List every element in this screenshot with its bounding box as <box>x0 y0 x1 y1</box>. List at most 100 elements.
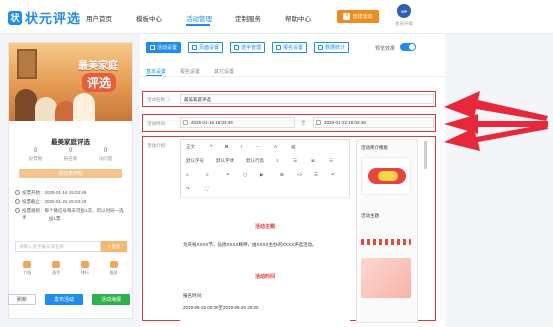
calendar-icon <box>183 120 188 125</box>
template-card[interactable] <box>361 258 411 298</box>
font-color-icon[interactable]: A <box>274 144 277 149</box>
code-icon[interactable]: <> <box>297 172 302 177</box>
preview-tab-intro[interactable]: 介绍 <box>15 261 39 276</box>
home-icon <box>23 261 32 268</box>
stat-signups: 0 报名数 <box>54 148 87 162</box>
info-vote-end: 投票截止：2025-01-22 15:03:49 <box>15 198 127 205</box>
preview-search-input[interactable]: 请输入选手编号或名称 <box>15 241 101 252</box>
template-scrollbar[interactable] <box>424 141 427 169</box>
stat-label: 访问量 <box>98 156 113 161</box>
info-text: 投1票 <box>49 216 61 221</box>
info-text: 投票开始：2025-01-16 15:03:49 <box>22 190 87 195</box>
chart-icon <box>318 45 323 50</box>
tool-label: 报名设置 <box>283 45 304 51</box>
editor-heading-select[interactable]: 正文 <box>186 144 195 150</box>
tool-label: 选手管理 <box>241 45 262 51</box>
vip-upgrade[interactable]: VIP 会员升级 <box>392 4 416 27</box>
preview-search-button[interactable]: ⌕ 搜索 <box>101 241 127 252</box>
calendar-icon <box>316 120 321 125</box>
vip-label: 会员升级 <box>395 21 413 26</box>
template-card[interactable] <box>361 157 411 195</box>
page-icon <box>192 45 197 50</box>
subtab-basic[interactable]: 基本设置 <box>146 68 166 75</box>
create-activity-button[interactable]: + 创建活动 <box>337 10 379 23</box>
banner-subtitle: 评选 <box>81 73 116 92</box>
activity-name-input[interactable] <box>180 94 434 104</box>
stat-value: 0 <box>103 148 108 154</box>
rule-icon <box>15 208 20 213</box>
annotation-arrows <box>444 91 548 151</box>
preview-tab-ranking[interactable]: 排行 <box>73 261 97 276</box>
nav-item-custom-service[interactable]: 定制服务 <box>235 13 261 23</box>
table-icon[interactable]: ⊞ <box>280 172 284 178</box>
tool-data-stats[interactable]: 数据统计 <box>314 42 350 53</box>
info-vote-rule-cont: 投1票 <box>15 215 127 222</box>
image-icon[interactable]: ▢ <box>243 172 247 178</box>
tool-player-manage[interactable]: 选手管理 <box>230 42 266 53</box>
bold-icon[interactable]: B <box>225 144 228 149</box>
stat-votes: 0 投票数 <box>19 148 52 162</box>
nav-item-template-center[interactable]: 模板中心 <box>136 13 162 23</box>
preview-tabbar: 介绍 选手 排行 报名 <box>9 261 132 276</box>
users-icon <box>234 45 239 50</box>
align-icon[interactable]: ☷ <box>329 158 333 164</box>
link-icon[interactable]: ⚭ <box>226 172 230 178</box>
font-size-select[interactable]: 默认字号 <box>186 158 204 164</box>
nav-item-activity-manage[interactable]: 活动管理 <box>186 13 212 23</box>
stat-label: 投票数 <box>28 156 43 161</box>
undo-icon[interactable]: ↶ <box>331 172 335 178</box>
fullscreen-icon[interactable]: ⛶ <box>205 186 208 191</box>
italic-icon[interactable]: I <box>241 144 242 149</box>
clock-icon <box>15 199 20 204</box>
preview-toggle[interactable] <box>400 43 416 51</box>
logo-text: 状元评选 <box>25 11 82 26</box>
tab-label: 选手 <box>52 270 61 275</box>
preview-tab-players[interactable]: 选手 <box>44 261 68 276</box>
search-button-label: 搜索 <box>111 243 121 249</box>
template-card-divider[interactable] <box>361 239 411 245</box>
template-card-graphic <box>378 171 398 181</box>
logo-icon: 状 <box>8 10 22 25</box>
logo[interactable]: 状 状元评选 <box>8 8 81 27</box>
editor-heading-theme: 活动主题 <box>254 224 275 230</box>
time-separator: 至 <box>301 120 306 125</box>
tool-activity-settings[interactable]: 活动设置 <box>146 42 182 53</box>
nav-item-help-center[interactable]: 帮助中心 <box>285 13 311 23</box>
divider-icon[interactable]: ☰ <box>314 172 318 178</box>
template-theme-label: 活动主题 <box>361 213 379 218</box>
tab-label: 报名 <box>109 270 118 275</box>
indent-icon[interactable]: ≡ <box>186 172 189 177</box>
ordered-list-icon[interactable]: ☰ <box>293 158 297 164</box>
quote-icon[interactable]: ❝ <box>210 144 212 150</box>
tab-label: 介绍 <box>23 270 32 275</box>
background-color-icon[interactable]: ▤ <box>291 144 295 150</box>
editor-text-signup: 报名时间： <box>183 293 206 298</box>
preview-switch-label: 预览效果 <box>375 46 396 52</box>
todo-icon[interactable]: ≣ <box>311 158 315 164</box>
time-end-value: 2025-01-22 15:03:49 <box>324 120 366 125</box>
video-icon[interactable]: ▶ <box>260 172 263 178</box>
stat-label: 报名数 <box>63 156 78 161</box>
preview-actions: 刷新 发布活动 活动海报 <box>8 294 130 305</box>
tool-page-settings[interactable]: 页面设置 <box>188 42 224 53</box>
more-icon[interactable]: ⋯ <box>256 144 261 150</box>
activity-status-bar: 活动未开始 <box>19 169 122 178</box>
subtab-signup[interactable]: 报名设置 <box>180 68 200 75</box>
preview-tab-signup[interactable]: 报名 <box>102 261 126 276</box>
tool-signup-settings[interactable]: 报名设置 <box>272 42 308 53</box>
poster-button[interactable]: 活动海报 <box>92 294 130 305</box>
line-height-select[interactable]: 默认行高 <box>246 158 264 164</box>
vip-badge-icon: VIP <box>397 4 411 18</box>
nav-item-user-home[interactable]: 用户首页 <box>86 13 112 23</box>
refresh-button[interactable]: 刷新 <box>8 294 36 305</box>
redo-icon[interactable]: ↷ <box>186 186 190 192</box>
publish-button[interactable]: 发布活动 <box>45 294 83 305</box>
list-icon[interactable]: ≡ <box>276 158 279 163</box>
emoji-icon[interactable]: ☺ <box>205 172 210 177</box>
editor-content[interactable]: 活动主题 为庆祝XXXX节，弘扬XXXX精神，由XXXX主办的XXXX评选活动。… <box>180 197 350 323</box>
signup-icon <box>109 261 118 268</box>
info-text: 投票截止：2025-01-22 15:03:49 <box>22 199 87 204</box>
tool-label: 活动设置 <box>157 45 178 51</box>
font-family-select[interactable]: 默认字体 <box>216 158 234 164</box>
subtab-other[interactable]: 其它设置 <box>214 68 234 75</box>
